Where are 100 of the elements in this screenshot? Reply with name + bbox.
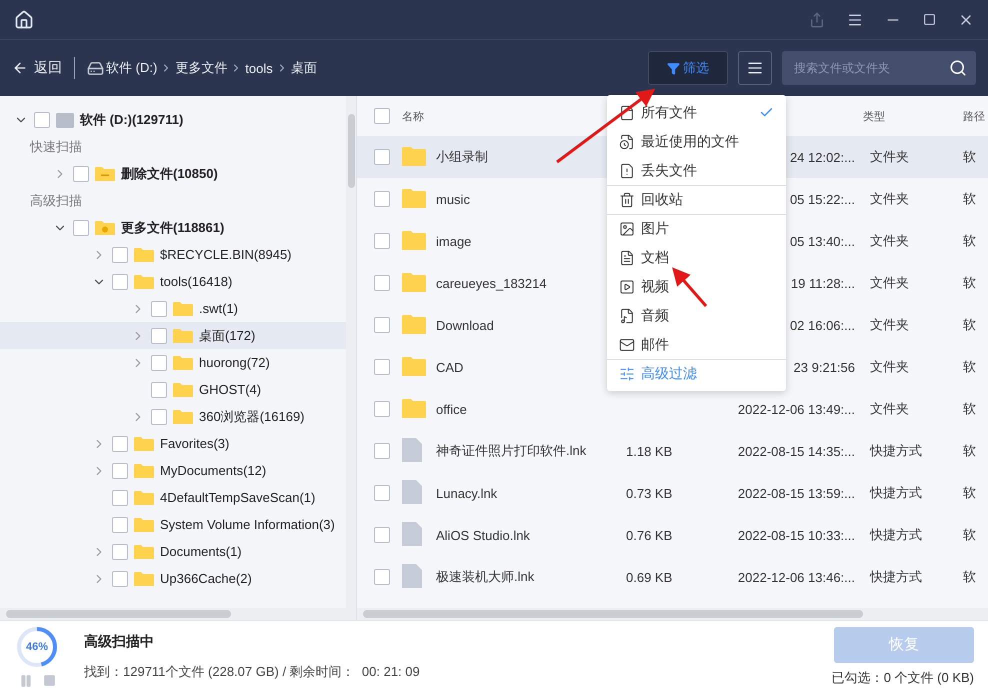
pause-icon[interactable] [18,674,32,688]
tree-item[interactable]: .swt(1) [0,295,346,322]
document-icon [619,250,635,266]
share-icon[interactable] [809,12,825,28]
tree-item[interactable]: System Volume Information(3) [0,511,346,538]
tree-item[interactable]: MyDocuments(12) [0,457,346,484]
checkbox[interactable] [374,359,390,375]
checkbox[interactable] [112,544,128,560]
column-header[interactable]: 类型 [863,111,885,123]
folder-icon [402,188,426,208]
tree-item[interactable]: Up366Cache(2) [0,565,346,592]
folder-icon [95,166,115,182]
menu-item[interactable]: 图片 [607,214,786,243]
checkbox[interactable] [374,443,390,459]
tree-item[interactable]: 软件 (D:)(129711) [0,106,346,133]
tree-item[interactable]: tools(16418) [0,268,346,295]
menu-item[interactable]: 文档 [607,243,786,272]
tree-item[interactable]: Favorites(3) [0,430,346,457]
checkbox[interactable] [374,149,390,165]
modified-date: 05 13:40:... [790,234,855,248]
menu-item[interactable]: 视频 [607,272,786,301]
checkbox[interactable] [374,569,390,585]
checkbox[interactable] [112,490,128,506]
menu-icon[interactable] [847,12,863,28]
checkbox[interactable] [374,275,390,291]
checkbox[interactable] [374,527,390,543]
checkbox[interactable] [112,246,128,262]
tree-item[interactable]: 删除文件(10850) [0,160,346,187]
scrollbar-thumb[interactable] [363,610,863,618]
menu-item[interactable]: 音频 [607,301,786,330]
checkbox[interactable] [151,300,167,316]
stop-icon[interactable] [42,674,56,686]
home-icon[interactable] [14,10,34,30]
breadcrumb-link[interactable]: 更多文件 [175,59,228,77]
checkbox[interactable] [112,436,128,452]
checkbox[interactable] [112,570,128,586]
checkbox[interactable] [151,328,167,344]
file-path: 软 [963,527,976,542]
list-icon [747,60,763,76]
checkbox[interactable] [374,108,390,124]
tree-item[interactable]: GHOST(4) [0,376,346,403]
file-path: 软 [963,233,976,248]
tree-item[interactable]: 更多文件(118861) [0,214,346,241]
checkbox[interactable] [73,220,89,236]
tree-item[interactable]: Documents(1) [0,538,346,565]
file-type: 文件夹 [870,401,909,416]
folder-icon [134,436,154,452]
list-view-button[interactable] [738,51,772,85]
folder-icon [402,356,426,376]
menu-item[interactable]: 丢失文件 [607,156,786,185]
checkbox[interactable] [374,485,390,501]
breadcrumb-link[interactable]: tools [245,60,273,76]
search-icon[interactable] [949,59,967,77]
file-name: 极速装机大师.lnk [436,569,534,584]
checkbox[interactable] [374,191,390,207]
menu-item[interactable]: 所有文件 [607,98,786,127]
menu-item[interactable]: 邮件 [607,330,786,359]
checkbox[interactable] [112,274,128,290]
trash-icon [619,192,635,208]
image-icon [619,221,635,237]
tree-item[interactable]: huorong(72) [0,349,346,376]
file-path: 软 [963,485,976,500]
checkbox[interactable] [151,354,167,370]
column-header[interactable]: 路径 [963,111,985,123]
tree-label: tools(16418) [160,274,232,289]
maximize-icon[interactable] [923,13,936,26]
folder-icon [402,398,426,418]
breadcrumb-link[interactable]: 软件 (D:) [106,59,158,77]
tree-item[interactable]: 桌面(172) [0,322,346,349]
checkbox[interactable] [151,408,167,424]
file-path: 软 [963,317,976,332]
checkbox[interactable] [73,166,89,182]
checkbox[interactable] [374,401,390,417]
folder-icon [134,544,154,560]
file-path: 软 [963,569,976,584]
column-header[interactable]: 名称 [402,111,424,123]
scrollbar-thumb[interactable] [348,114,354,188]
tree-item[interactable]: 4DefaultTempSaveScan(1) [0,484,346,511]
checkbox[interactable] [34,112,50,128]
search-field[interactable]: 搜索文件或文件夹 [782,51,976,85]
checkbox[interactable] [374,317,390,333]
selection-summary: 已勾选：0 个文件 (0 KB) [832,668,974,686]
breadcrumb-link[interactable]: 桌面 [290,59,317,77]
file-name: CAD [436,360,464,374]
back-button[interactable]: 返回 [12,59,62,77]
checkbox[interactable] [112,516,128,532]
tree-item[interactable]: 360浏览器(16169) [0,403,346,430]
file-icon [619,104,635,120]
checkbox[interactable] [112,462,128,478]
folder-icon [173,408,193,424]
menu-item[interactable]: 回收站 [607,185,786,214]
checkbox[interactable] [151,382,167,398]
modified-date: 2022-08-15 13:59:... [738,486,855,500]
filter-button[interactable]: 筛选 [648,51,728,85]
menu-item[interactable]: 最近使用的文件 [607,127,786,156]
checkbox[interactable] [374,233,390,249]
file-path: 软 [963,275,976,290]
scrollbar-thumb[interactable] [6,610,231,618]
drive-icon [56,112,74,128]
tree-item[interactable]: $RECYCLE.BIN(8945) [0,241,346,268]
